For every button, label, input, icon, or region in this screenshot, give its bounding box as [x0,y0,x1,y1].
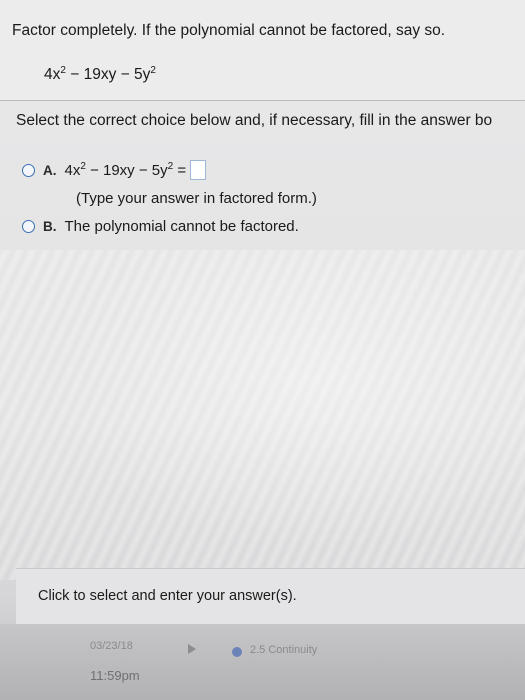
footer-panel: Click to select and enter your answer(s)… [16,568,525,626]
choice-a-letter: A. [43,162,57,178]
choice-a-term-2: − 19xy − 5y [85,161,168,179]
expr-exp-2: 2 [150,64,156,76]
choice-a[interactable]: A. 4x2 − 19xy − 5y2 = [22,160,207,180]
choice-b-text: The polynomial cannot be factored. [64,218,299,235]
status-bar: 03/23/18 11:59pm 2.5 Continuity [0,624,525,700]
expr-term-1: 4x [44,66,61,83]
question-panel: Factor completely. If the polynomial can… [0,0,525,101]
screen-glare [0,250,525,580]
choice-a-hint: (Type your answer in factored form.) [76,190,317,207]
answer-input[interactable] [190,160,207,180]
due-time: 11:59pm [90,668,140,683]
radio-b[interactable] [22,220,35,233]
choice-a-equals: = [173,161,187,179]
choice-b-letter: B. [43,219,57,234]
question-title: Factor completely. If the polynomial can… [12,22,446,39]
instructions: Select the correct choice below and, if … [16,112,493,129]
section-name[interactable]: 2.5 Continuity [250,644,317,656]
expr-term-2: − 19xy − 5y [65,66,151,83]
choice-a-expression: 4x2 − 19xy − 5y2 = [64,161,187,179]
choice-a-term-1: 4x [64,161,81,179]
radio-a[interactable] [22,163,35,177]
footer-prompt: Click to select and enter your answer(s)… [38,588,297,604]
choice-b[interactable]: B. The polynomial cannot be factored. [22,218,299,235]
flag-icon[interactable] [188,644,196,654]
status-dot-icon [232,647,242,657]
due-date: 03/23/18 [90,640,133,652]
question-expression: 4x2 − 19xy − 5y2 [44,64,156,84]
